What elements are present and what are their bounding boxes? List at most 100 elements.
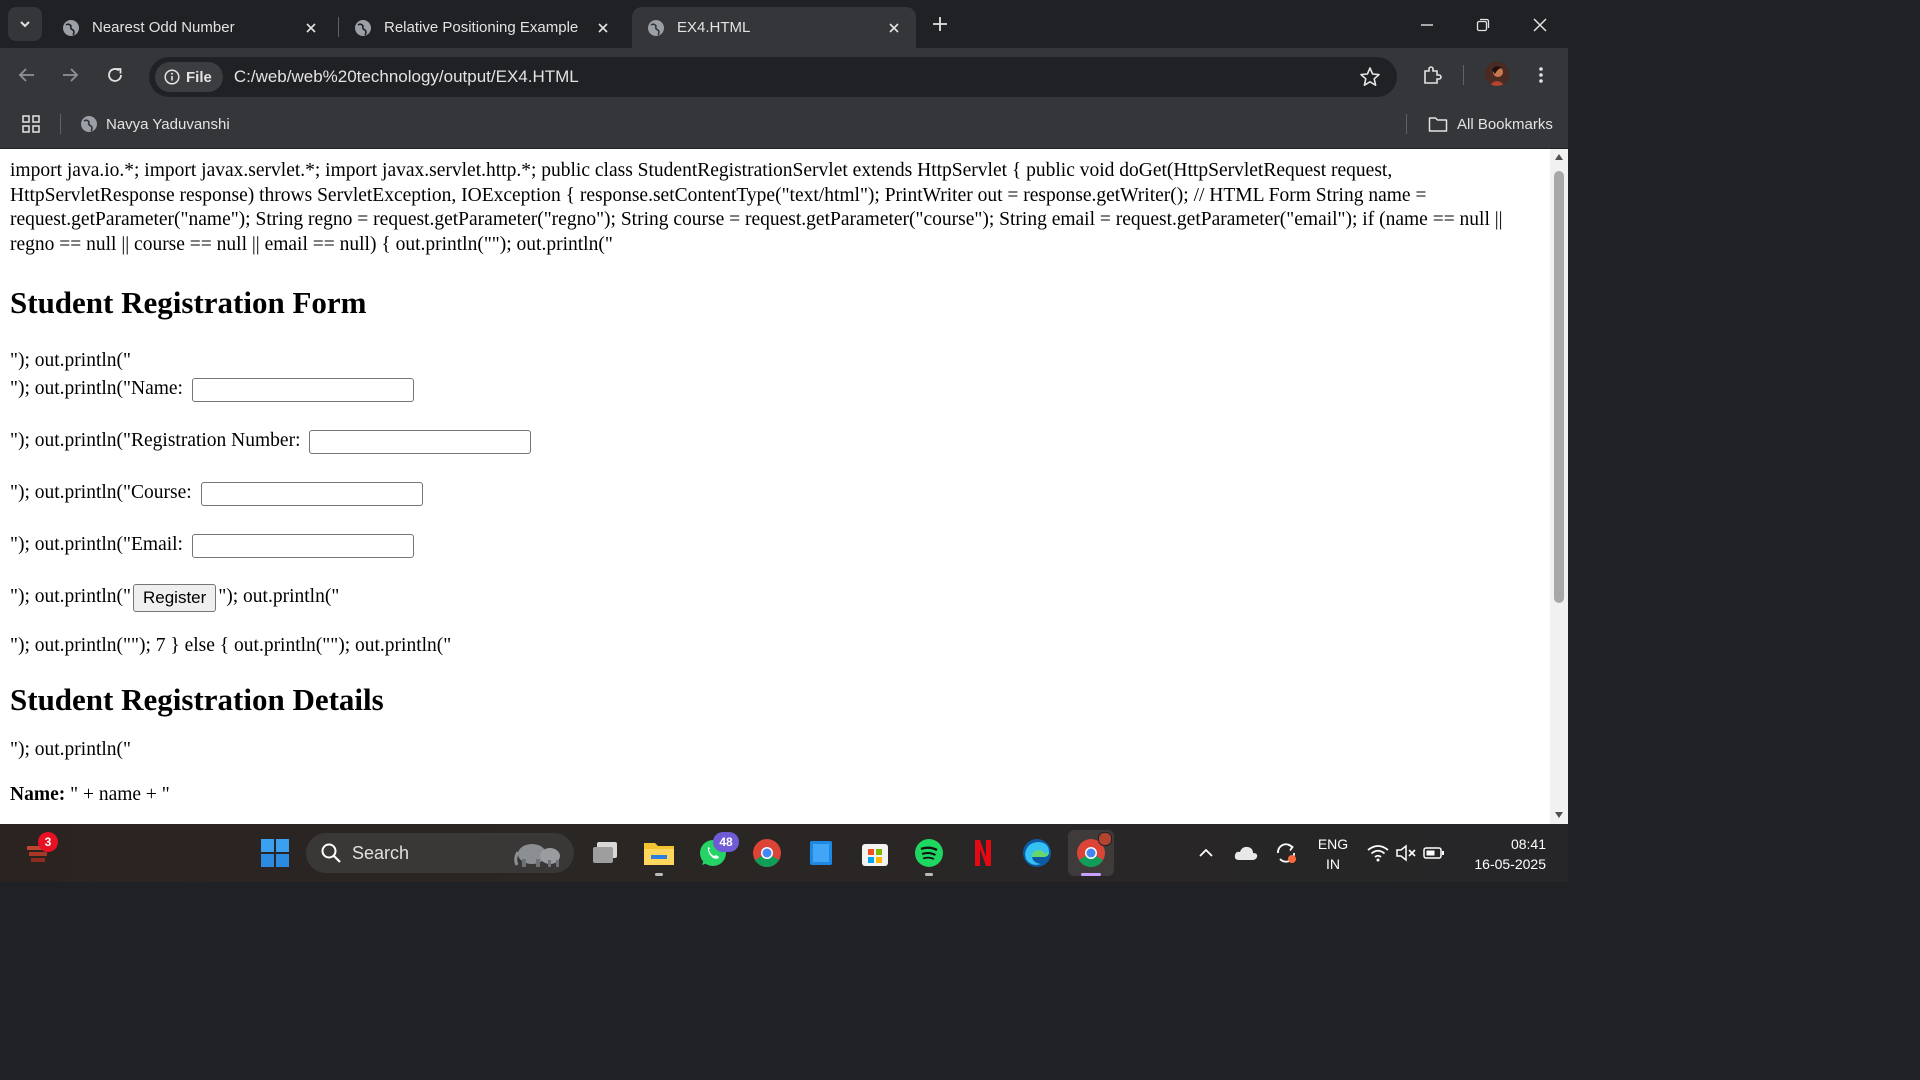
bookmarks-divider <box>1406 114 1407 134</box>
new-tab-button[interactable] <box>928 12 952 36</box>
regno-label: "); out.println("Registration Number: <box>10 430 301 451</box>
name-detail-label: Name: <box>10 784 66 806</box>
language-indicator[interactable]: ENG IN <box>1313 834 1353 874</box>
email-row: "); out.println("Email: <box>10 531 1540 559</box>
back-button[interactable] <box>13 61 41 89</box>
email-label: "); out.println("Email: <box>10 534 183 555</box>
globe-icon <box>648 19 664 36</box>
apps-button[interactable] <box>22 112 40 136</box>
bookmarks-divider <box>60 114 61 134</box>
profile-avatar[interactable] <box>1485 62 1509 86</box>
extensions-button[interactable] <box>1418 61 1446 89</box>
spotify-button[interactable] <box>911 835 947 876</box>
clock-date: 16-05-2025 <box>1474 856 1546 872</box>
name-input[interactable] <box>191 377 414 402</box>
reload-button[interactable] <box>101 61 129 89</box>
all-bookmarks-label: All Bookmarks <box>1457 115 1553 133</box>
onedrive-button[interactable] <box>1230 835 1262 871</box>
scrollbar-thumb[interactable] <box>1554 171 1564 603</box>
restore-button[interactable] <box>1468 10 1498 40</box>
close-window-button[interactable] <box>1525 10 1555 40</box>
register-row: "); out.println(" Register "); out.println… <box>10 583 1540 612</box>
plus-icon <box>933 17 947 31</box>
close-icon[interactable] <box>593 18 613 38</box>
tab-relative-positioning-example[interactable]: Relative Positioning Example <box>339 7 625 48</box>
regno-input[interactable] <box>309 429 532 454</box>
windows-logo-icon <box>261 839 289 867</box>
apps-grid-icon <box>22 115 40 133</box>
task-view-button[interactable] <box>587 835 623 871</box>
register-suffix-text: "); out.println(" <box>218 586 340 607</box>
start-button[interactable] <box>257 835 293 871</box>
tab-nearest-odd-number[interactable]: Nearest Odd Number <box>47 7 333 48</box>
netflix-button[interactable] <box>965 835 1001 871</box>
forward-button[interactable] <box>56 61 84 89</box>
menu-button[interactable] <box>1527 61 1555 89</box>
show-hidden-icons-button[interactable] <box>1190 835 1222 871</box>
widgets-badge: 3 <box>38 832 58 852</box>
task-view-icon <box>593 842 617 863</box>
sync-icon <box>1277 843 1296 863</box>
windows-taskbar: 3 Search 48 ENG IN 08:41 16-05-2025 <box>0 824 1568 882</box>
address-bar[interactable]: File C:/web/web%20technology/output/EX4.… <box>149 57 1397 97</box>
whatsapp-button[interactable]: 48 <box>695 832 739 871</box>
running-indicator <box>1081 873 1101 876</box>
bookmark-navya-yaduvanshi[interactable]: Navya Yaduvanshi <box>80 112 230 136</box>
toolbar-divider <box>1463 65 1464 85</box>
arrow-left-icon <box>18 68 34 82</box>
close-icon[interactable] <box>301 18 321 38</box>
scroll-down-icon[interactable] <box>1554 811 1564 819</box>
microsoft-store-button[interactable] <box>857 835 893 871</box>
quick-settings-button[interactable] <box>1366 835 1446 871</box>
minimize-button[interactable] <box>1412 10 1442 40</box>
details-line: "); out.println(" <box>10 738 131 760</box>
browser-toolbar: File C:/web/web%20technology/output/EX4.… <box>0 48 1568 100</box>
all-bookmarks-button[interactable]: All Bookmarks <box>1428 112 1553 136</box>
chrome-profile-button[interactable] <box>1068 830 1114 876</box>
folder-icon <box>644 843 674 865</box>
email-input[interactable] <box>191 533 414 558</box>
tab-search-button[interactable] <box>8 7 42 41</box>
minimize-icon <box>1421 24 1433 26</box>
course-input[interactable] <box>200 481 423 506</box>
name-detail-value: " + name + " <box>65 784 170 806</box>
info-icon <box>164 69 180 85</box>
close-icon[interactable] <box>884 18 904 38</box>
page-scrollbar[interactable] <box>1550 149 1568 824</box>
app-button-blue[interactable] <box>803 835 839 871</box>
scroll-up-icon[interactable] <box>1554 153 1564 161</box>
bookmark-label: Navya Yaduvanshi <box>106 115 230 133</box>
folder-icon <box>1428 117 1448 132</box>
puzzle-icon <box>1424 66 1442 84</box>
star-icon[interactable] <box>1359 66 1381 88</box>
course-row: "); out.println("Course: <box>10 479 1540 507</box>
clock[interactable]: 08:41 16-05-2025 <box>1460 834 1552 874</box>
name-label: "); out.println("Name: <box>10 378 183 399</box>
register-prefix-text: "); out.println(" <box>10 586 131 607</box>
chevron-up-icon <box>1199 848 1213 857</box>
search-placeholder: Search <box>352 842 410 863</box>
file-explorer-button[interactable] <box>641 835 677 876</box>
globe-icon <box>63 19 79 36</box>
chevron-down-icon <box>20 21 30 28</box>
tab-ex4-html[interactable]: EX4.HTML <box>632 7 916 48</box>
regno-row: "); out.println("Registration Number: <box>10 427 1540 455</box>
wifi-icon <box>1367 845 1389 862</box>
url-text[interactable]: C:/web/web%20technology/output/EX4.HTML <box>234 67 579 87</box>
taskbar-search[interactable]: Search <box>306 833 574 873</box>
widgets-button[interactable]: 3 <box>20 832 58 871</box>
register-button[interactable]: Register <box>133 583 217 612</box>
name-row: "); out.println("Name: <box>10 375 1540 403</box>
edge-button[interactable] <box>1019 835 1055 871</box>
running-indicator <box>655 873 663 876</box>
chrome-button[interactable] <box>749 835 785 871</box>
cloud-icon <box>1234 846 1258 860</box>
site-info-chip[interactable]: File <box>155 62 223 92</box>
site-chip-label: File <box>186 68 212 86</box>
sync-status-button[interactable] <box>1270 835 1302 871</box>
globe-icon <box>355 19 371 36</box>
form-heading: Student Registration Form <box>10 285 367 320</box>
clock-time: 08:41 <box>1510 836 1546 852</box>
netflix-icon <box>975 840 991 866</box>
restore-icon <box>1476 18 1490 32</box>
